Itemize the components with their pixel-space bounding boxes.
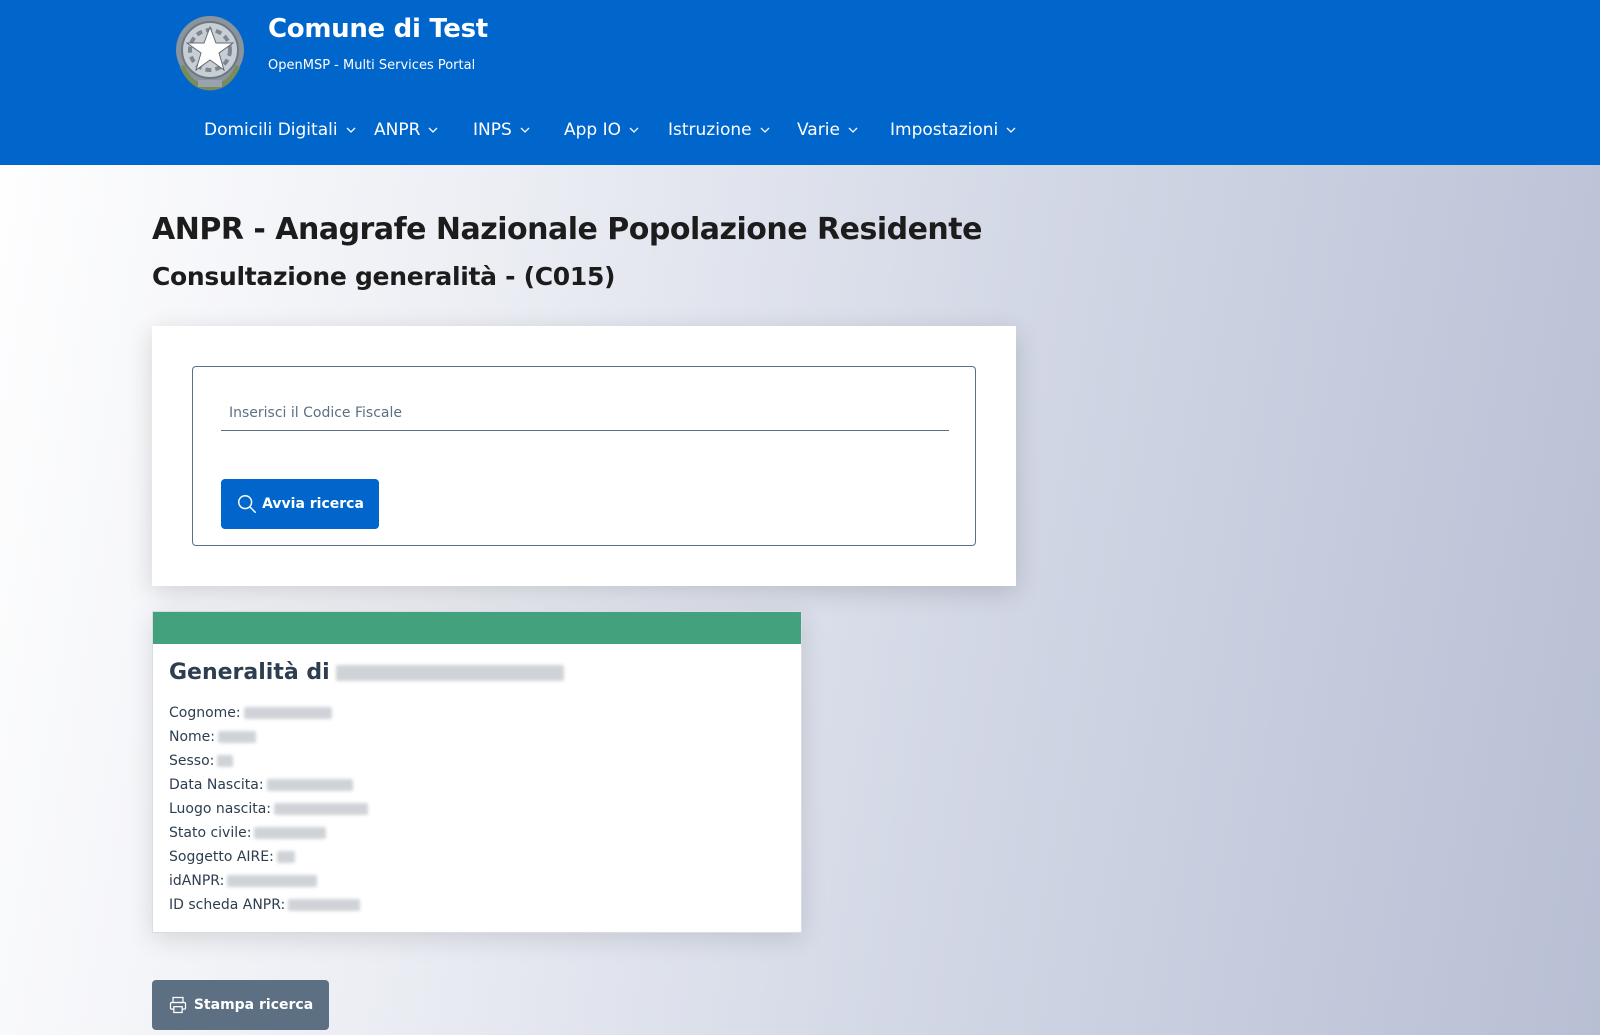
redacted-value (227, 875, 318, 887)
main-nav: Domicili Digitali ANPR INPS App IO Istru… (0, 120, 1600, 152)
nav-label: App IO (564, 120, 622, 140)
codice-fiscale-input[interactable] (221, 395, 949, 431)
page-title: ANPR - Anagrafe Nazionale Popolazione Re… (152, 212, 982, 247)
site-header: Comune di Test OpenMSP - Multi Services … (0, 0, 1600, 165)
stampa-ricerca-label: Stampa ricerca (193, 997, 314, 1013)
avvia-ricerca-label: Avvia ricerca (262, 496, 364, 512)
chevron-down-icon (1006, 127, 1016, 133)
redacted-value (243, 707, 332, 719)
nav-domicili-digitali[interactable]: Domicili Digitali (204, 120, 356, 140)
site-title[interactable]: Comune di Test (268, 14, 488, 44)
redacted-value (274, 803, 369, 815)
redacted-value (266, 779, 353, 791)
redacted-value (254, 827, 327, 839)
nav-app-io[interactable]: App IO (564, 120, 639, 140)
printer-icon (169, 996, 186, 1014)
nav-label: ANPR (374, 120, 421, 140)
field-label: Data Nascita: (169, 777, 264, 793)
field-idanpr: idANPR: (169, 873, 318, 889)
result-title-prefix: Generalità di (169, 660, 330, 685)
nav-inps[interactable]: INPS (473, 120, 530, 140)
chevron-down-icon (629, 127, 639, 133)
page-subtitle: Consultazione generalità - (C015) (152, 262, 616, 291)
result-title: Generalità di (169, 660, 564, 685)
field-label: Stato civile: (169, 825, 252, 841)
stampa-ricerca-button[interactable]: Stampa ricerca (152, 980, 329, 1030)
nav-label: Varie (797, 120, 840, 140)
site-subtitle: OpenMSP - Multi Services Portal (268, 58, 476, 73)
search-form: Avvia ricerca (192, 366, 976, 546)
result-card: Generalità di Cognome: Nome: Sesso: Data… (152, 611, 802, 933)
field-cognome: Cognome: (169, 705, 332, 721)
nav-impostazioni[interactable]: Impostazioni (890, 120, 1016, 140)
chevron-down-icon (428, 127, 438, 133)
nav-label: Domicili Digitali (204, 120, 338, 140)
redacted-value (217, 755, 234, 767)
field-data-nascita: Data Nascita: (169, 777, 353, 793)
field-label: Soggetto AIRE: (169, 849, 274, 865)
chevron-down-icon (848, 127, 858, 133)
field-sesso: Sesso: (169, 753, 234, 769)
result-card-header (153, 612, 801, 644)
nav-label: Impostazioni (890, 120, 999, 140)
field-label: ID scheda ANPR: (169, 897, 286, 913)
nav-anpr[interactable]: ANPR (374, 120, 438, 140)
chevron-down-icon (520, 127, 530, 133)
field-soggetto-aire: Soggetto AIRE: (169, 849, 295, 865)
redacted-value (288, 899, 361, 911)
chevron-down-icon (346, 127, 356, 133)
avvia-ricerca-button[interactable]: Avvia ricerca (221, 479, 379, 529)
field-label: idANPR: (169, 873, 225, 889)
nav-label: INPS (473, 120, 512, 140)
italian-republic-emblem-icon (176, 16, 244, 91)
field-nome: Nome: (169, 729, 257, 745)
field-label: Sesso: (169, 753, 215, 769)
field-luogo-nascita: Luogo nascita: (169, 801, 369, 817)
field-stato-civile: Stato civile: (169, 825, 327, 841)
nav-label: Istruzione (668, 120, 752, 140)
search-icon (238, 495, 257, 513)
redacted-value (218, 731, 257, 743)
nav-varie[interactable]: Varie (797, 120, 858, 140)
field-label: Cognome: (169, 705, 241, 721)
redacted-value (276, 851, 295, 863)
field-id-scheda-anpr: ID scheda ANPR: (169, 897, 361, 913)
nav-istruzione[interactable]: Istruzione (668, 120, 770, 140)
field-label: Nome: (169, 729, 216, 745)
redacted-codice-fiscale (335, 664, 564, 681)
chevron-down-icon (760, 127, 770, 133)
search-card: Avvia ricerca (152, 326, 1016, 586)
field-label: Luogo nascita: (169, 801, 272, 817)
